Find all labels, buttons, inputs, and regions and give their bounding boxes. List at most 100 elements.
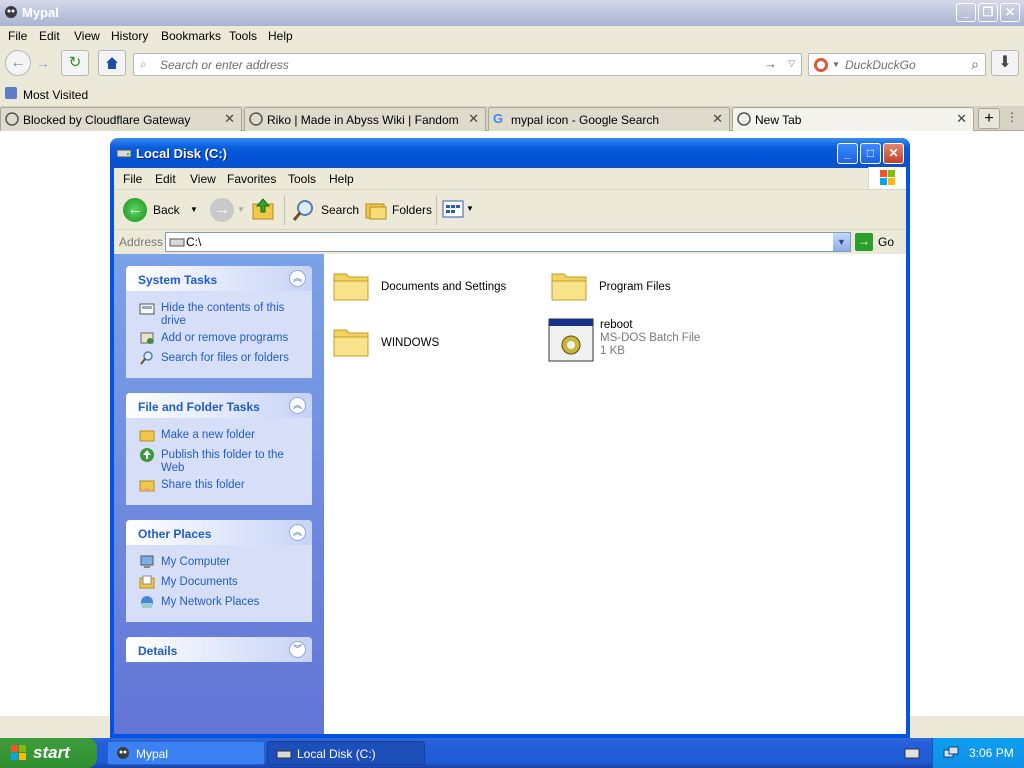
collapse-icon[interactable]: ︽ <box>289 524 306 541</box>
reload-icon[interactable]: ↻ <box>61 50 89 76</box>
close-icon[interactable]: ✕ <box>224 111 235 127</box>
menu-tools[interactable]: Tools <box>229 29 257 43</box>
dropdown-arrow-icon[interactable]: ▽ <box>788 58 795 69</box>
menu-view[interactable]: View <box>190 172 216 186</box>
folder-name: WINDOWS <box>381 337 440 349</box>
chevron-down-icon[interactable]: ▼ <box>832 60 840 69</box>
menu-bookmarks[interactable]: Bookmarks <box>161 29 221 43</box>
forward-button[interactable]: → ▼ <box>206 196 245 224</box>
close-icon[interactable]: ✕ <box>712 111 723 127</box>
go-button[interactable]: → Go <box>855 232 903 252</box>
up-folder-button[interactable] <box>250 196 278 224</box>
magnifier-icon <box>292 198 316 222</box>
file-list-area: Documents and Settings Program Files WIN… <box>324 254 906 734</box>
views-icon <box>442 200 464 218</box>
duckduckgo-icon[interactable] <box>813 57 829 73</box>
tab-label: Blocked by Cloudflare Gateway <box>23 113 191 127</box>
explorer-close-button[interactable]: ✕ <box>883 143 904 164</box>
menu-tools[interactable]: Tools <box>288 172 316 186</box>
menu-help[interactable]: Help <box>329 172 354 186</box>
browser-close-button[interactable]: ✕ <box>1000 3 1020 22</box>
task-make-new-folder[interactable]: Make a new folder <box>161 429 255 442</box>
collapse-icon[interactable]: ︽ <box>289 270 306 287</box>
new-folder-icon <box>139 427 155 443</box>
home-icon[interactable] <box>98 50 126 76</box>
taskbar-button-local-disk[interactable]: Local Disk (C:) <box>267 741 425 765</box>
explorer-maximize-button[interactable]: □ <box>860 143 881 164</box>
panel-header[interactable]: Details ︾ <box>126 637 312 662</box>
list-all-tabs-icon[interactable]: ⋮ <box>1006 110 1018 124</box>
network-icon[interactable] <box>943 745 959 761</box>
menu-edit[interactable]: Edit <box>155 172 176 186</box>
clock[interactable]: 3:06 PM <box>969 746 1014 760</box>
back-label: Back <box>153 203 180 217</box>
task-search-files[interactable]: Search for files or folders <box>161 352 289 365</box>
tab-label: New Tab <box>755 113 802 127</box>
file-item[interactable]: reboot MS-DOS Batch File 1 KB <box>546 316 746 364</box>
browser-restore-button[interactable]: ❐ <box>978 3 998 22</box>
tab-cloudflare[interactable]: Blocked by Cloudflare Gateway ✕ <box>0 107 242 131</box>
url-bar[interactable]: ⌕ Search or enter address → ▽ <box>133 53 802 76</box>
browser-minimize-button[interactable]: _ <box>956 3 976 22</box>
go-label: Go <box>878 235 895 249</box>
task-share-folder[interactable]: Share this folder <box>161 479 245 492</box>
folder-item[interactable]: Documents and Settings <box>330 266 520 306</box>
panel-header[interactable]: System Tasks ︽ <box>126 266 312 291</box>
task-hide-contents[interactable]: Hide the contents of this drive <box>161 302 301 328</box>
close-icon[interactable]: ✕ <box>956 111 967 127</box>
place-my-network-places[interactable]: My Network Places <box>161 596 259 609</box>
panel-header[interactable]: File and Folder Tasks ︽ <box>126 393 312 418</box>
chevron-down-icon: ▼ <box>466 204 474 213</box>
explorer-toolbar: ← Back ▼ → ▼ Search Folders ▼ <box>114 190 906 230</box>
place-my-documents[interactable]: My Documents <box>161 576 238 589</box>
panel-title: File and Folder Tasks <box>138 400 260 414</box>
folders-button[interactable]: Folders <box>362 196 432 224</box>
place-my-computer[interactable]: My Computer <box>161 556 230 569</box>
chevron-down-icon[interactable]: ▼ <box>190 205 198 214</box>
chevron-down-icon[interactable]: ▼ <box>833 233 850 251</box>
forward-arrow-icon[interactable]: → <box>36 55 50 71</box>
globe-icon <box>5 112 19 126</box>
folder-name: Documents and Settings <box>381 281 507 293</box>
tab-riko-wiki[interactable]: Riko | Made in Abyss Wiki | Fandom ✕ <box>244 107 486 131</box>
search-label: Search <box>321 203 360 217</box>
bookmarks-toolbar: Most Visited <box>0 82 1024 106</box>
new-tab-button[interactable]: + <box>978 108 1000 129</box>
task-add-remove-programs[interactable]: Add or remove programs <box>161 332 288 345</box>
folder-item[interactable]: Program Files <box>548 266 738 306</box>
tab-google-search[interactable]: G mypal icon - Google Search ✕ <box>488 107 730 131</box>
search-bar[interactable]: ▼ DuckDuckGo ⌕ <box>808 53 986 76</box>
go-arrow-icon[interactable]: → <box>764 56 777 71</box>
keyboard-icon[interactable] <box>904 746 920 760</box>
menu-file[interactable]: File <box>8 29 27 43</box>
address-input[interactable]: C:\ ▼ <box>165 232 851 252</box>
folder-icon <box>333 329 369 357</box>
task-publish-folder[interactable]: Publish this folder to the Web <box>161 449 301 475</box>
back-arrow-icon[interactable]: ← <box>5 50 31 76</box>
folder-item[interactable]: WINDOWS <box>330 322 520 362</box>
tab-new-tab[interactable]: New Tab ✕ <box>732 107 974 131</box>
explorer-window: Local Disk (C:) _ □ ✕ File Edit View Fav… <box>110 138 910 738</box>
panel-header[interactable]: Other Places ︽ <box>126 520 312 545</box>
drive-icon <box>116 147 132 159</box>
views-button[interactable]: ▼ <box>442 198 478 222</box>
menu-help[interactable]: Help <box>268 29 293 43</box>
taskbar-button-mypal[interactable]: Mypal <box>107 741 265 765</box>
folder-icon <box>333 273 369 301</box>
explorer-minimize-button[interactable]: _ <box>837 143 858 164</box>
download-icon[interactable]: ⬇ <box>991 50 1019 76</box>
magnifier-icon[interactable]: ⌕ <box>971 56 979 73</box>
start-button[interactable]: start <box>0 738 97 768</box>
menu-file[interactable]: File <box>123 172 142 186</box>
collapse-icon[interactable]: ︽ <box>289 397 306 414</box>
bookmark-most-visited[interactable]: Most Visited <box>23 88 88 102</box>
expand-icon[interactable]: ︾ <box>289 641 306 658</box>
search-button[interactable]: Search <box>290 196 360 224</box>
back-button[interactable]: ← Back ▼ <box>120 196 202 224</box>
menu-history[interactable]: History <box>111 29 148 43</box>
menu-favorites[interactable]: Favorites <box>227 172 276 186</box>
menu-edit[interactable]: Edit <box>39 29 60 43</box>
close-icon[interactable]: ✕ <box>468 111 479 127</box>
menu-view[interactable]: View <box>74 29 100 43</box>
explorer-title-bar[interactable]: Local Disk (C:) _ □ ✕ <box>110 138 910 168</box>
